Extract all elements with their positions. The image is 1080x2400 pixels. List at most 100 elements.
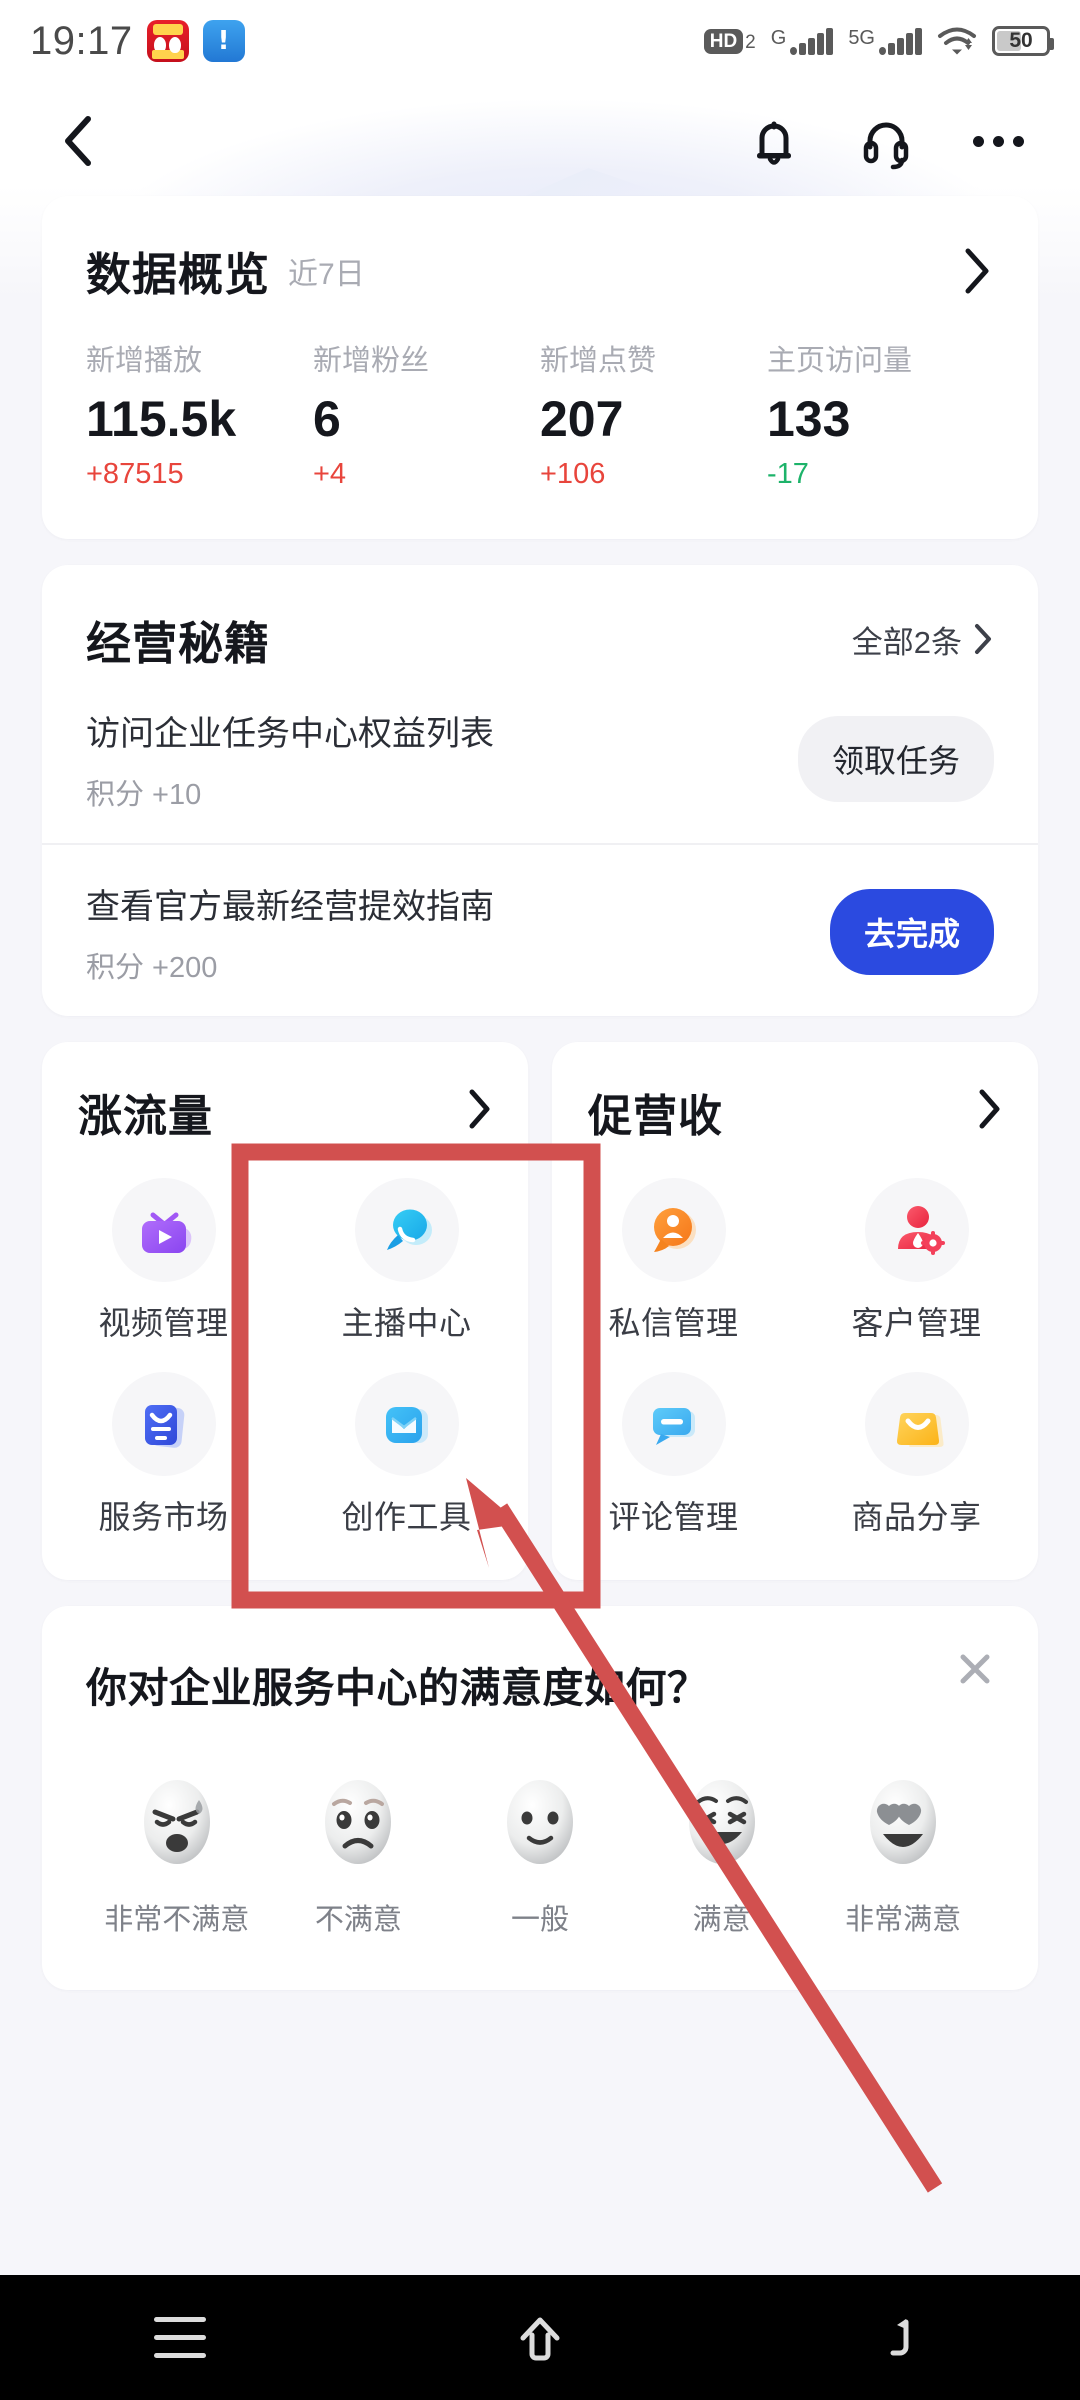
go-complete-button[interactable]: 去完成 bbox=[829, 889, 994, 975]
tool-label: 评论管理 bbox=[608, 1498, 739, 1535]
stat-label: 新增点赞 bbox=[540, 345, 657, 377]
tool-item-service-market[interactable]: 服务市场 bbox=[42, 1371, 285, 1538]
android-nav-bar bbox=[0, 2275, 1080, 2400]
close-survey-button[interactable] bbox=[948, 1642, 1002, 1696]
traffic-card-title: 涨流量 bbox=[78, 1091, 213, 1141]
data-overview-card[interactable]: 数据概览 近7日 新增播放 115.5k +87515 新增粉丝 6 +4 新增… bbox=[42, 196, 1038, 539]
option-label: 非常不满意 bbox=[104, 1903, 250, 1936]
overview-header: 数据概览 近7日 bbox=[42, 196, 1038, 303]
page-content: 数据概览 近7日 新增播放 115.5k +87515 新增粉丝 6 +4 新增… bbox=[0, 196, 1080, 2275]
service-market-icon bbox=[111, 1371, 216, 1476]
traffic-card-header: 涨流量 bbox=[42, 1080, 528, 1144]
recents-button[interactable] bbox=[120, 2293, 240, 2383]
home-icon bbox=[520, 2317, 560, 2360]
back-icon bbox=[890, 2318, 909, 2355]
stat-item: 新增播放 115.5k +87515 bbox=[86, 337, 313, 491]
revenue-card-header: 促营收 bbox=[552, 1080, 1038, 1144]
tool-item-video-manage[interactable]: 视频管理 bbox=[42, 1177, 285, 1344]
overview-stats: 新增播放 115.5k +87515 新增粉丝 6 +4 新增点赞 207 +1… bbox=[42, 303, 1038, 539]
stat-delta: +106 bbox=[540, 457, 606, 490]
survey-option-satisfied[interactable]: 满意 bbox=[631, 1770, 813, 1938]
overview-detail-arrow[interactable] bbox=[960, 245, 994, 297]
tool-item-anchor-center[interactable]: 主播中心 bbox=[285, 1177, 528, 1344]
stat-item: 新增粉丝 6 +4 bbox=[313, 337, 540, 491]
more-options-button[interactable] bbox=[968, 111, 1028, 171]
survey-option-very-satisfied[interactable]: 非常满意 bbox=[812, 1770, 994, 1938]
option-label: 非常满意 bbox=[845, 1903, 962, 1936]
stat-delta: +4 bbox=[313, 457, 347, 490]
chevron-right-icon bbox=[965, 248, 989, 293]
survey-options: 非常不满意 不满意 一般 满意 非常满意 bbox=[86, 1770, 994, 1938]
creation-tools-icon bbox=[354, 1371, 459, 1476]
option-label: 不满意 bbox=[314, 1903, 402, 1936]
recents-icon bbox=[154, 2317, 206, 2358]
app-icon-red bbox=[146, 20, 189, 62]
survey-option-unsatisfied[interactable]: 不满意 bbox=[268, 1770, 450, 1938]
tool-label: 私信管理 bbox=[608, 1304, 739, 1341]
traffic-tool-grid: 视频管理 主播中心 服务市场 创作工具 bbox=[42, 1177, 528, 1538]
survey-option-neutral[interactable]: 一般 bbox=[449, 1770, 631, 1938]
notification-bell-button[interactable] bbox=[744, 111, 804, 171]
stat-value: 207 bbox=[540, 391, 624, 447]
back-chevron-icon bbox=[65, 116, 91, 166]
home-button[interactable] bbox=[480, 2293, 600, 2383]
phone-screen: 19:17 ! HD 2 G 5G 50 数据概览 近7日 新增播放 115.5… bbox=[0, 0, 1080, 2400]
tips-title: 经营秘籍 bbox=[86, 617, 271, 669]
neutral-face-icon bbox=[506, 1779, 573, 1864]
traffic-card-arrow[interactable] bbox=[464, 1086, 494, 1137]
top-nav-actions bbox=[744, 111, 1028, 171]
sim1-signal-icon: G bbox=[771, 27, 834, 55]
more-dots-icon bbox=[972, 135, 1024, 147]
tool-label: 服务市场 bbox=[98, 1498, 229, 1535]
top-nav-bar bbox=[0, 86, 1080, 196]
stat-value: 6 bbox=[313, 391, 341, 447]
revenue-tool-grid: 私信管理 客户管理 评论管理 商品分享 bbox=[552, 1177, 1038, 1538]
tool-cards-row: 涨流量 视频管理 主播中心 服务市场 创作工具 促营收 私信管理 客户管理 评论… bbox=[42, 1041, 1038, 1580]
tip-name: 访问企业任务中心权益列表 bbox=[86, 714, 494, 753]
anchor-center-icon bbox=[354, 1177, 459, 1282]
headset-icon bbox=[863, 122, 909, 170]
tips-view-all[interactable]: 全部2条 bbox=[852, 617, 994, 662]
status-bar: 19:17 ! HD 2 G 5G 50 bbox=[0, 0, 1080, 82]
customer-service-button[interactable] bbox=[856, 111, 916, 171]
app-icon-blue: ! bbox=[202, 20, 245, 62]
very-angry-face-icon bbox=[143, 1779, 210, 1864]
wifi-icon bbox=[937, 26, 977, 56]
tip-row: 访问企业任务中心权益列表 积分 +10 领取任务 bbox=[42, 672, 1038, 843]
survey-option-very-unsatisfied[interactable]: 非常不满意 bbox=[86, 1770, 268, 1938]
stat-item: 新增点赞 207 +106 bbox=[540, 337, 767, 491]
stat-item: 主页访问量 133 -17 bbox=[767, 337, 994, 491]
back-button-system[interactable] bbox=[840, 2293, 960, 2383]
revenue-growth-card: 促营收 私信管理 客户管理 评论管理 商品分享 bbox=[552, 1041, 1038, 1580]
status-bar-left: 19:17 ! bbox=[30, 19, 245, 64]
option-label: 满意 bbox=[692, 1903, 751, 1936]
tips-all-label: 全部2条 bbox=[851, 624, 962, 660]
stat-label: 新增播放 bbox=[86, 345, 203, 377]
tool-label: 视频管理 bbox=[98, 1304, 229, 1341]
stat-delta: -17 bbox=[767, 457, 809, 490]
status-time: 19:17 bbox=[30, 18, 133, 63]
comment-manage-icon bbox=[621, 1371, 726, 1476]
tool-item-customer-manage[interactable]: 客户管理 bbox=[795, 1177, 1038, 1344]
business-tips-card: 经营秘籍 全部2条 访问企业任务中心权益列表 积分 +10 领取任务 查看官方最… bbox=[42, 564, 1038, 1016]
claim-task-button[interactable]: 领取任务 bbox=[797, 716, 994, 802]
bell-icon bbox=[757, 121, 791, 165]
battery-icon: 50 bbox=[992, 26, 1054, 56]
hd-voice-icon: HD 2 bbox=[703, 28, 756, 54]
tool-item-direct-message[interactable]: 私信管理 bbox=[552, 1177, 795, 1344]
tool-item-comment-manage[interactable]: 评论管理 bbox=[552, 1371, 795, 1538]
tip-texts: 查看官方最新经营提效指南 积分 +200 bbox=[86, 879, 830, 986]
back-button[interactable] bbox=[52, 111, 106, 171]
revenue-card-arrow[interactable] bbox=[974, 1086, 1004, 1137]
tip-name: 查看官方最新经营提效指南 bbox=[86, 887, 494, 926]
satisfaction-survey-card: 你对企业服务中心的满意度如何？ 非常不满意 不满意 一般 满意 非常满意 bbox=[42, 1605, 1038, 1990]
chevron-right-icon bbox=[979, 1089, 1000, 1129]
status-bar-right: HD 2 G 5G 50 bbox=[703, 26, 1054, 56]
stat-value: 115.5k bbox=[86, 391, 237, 447]
option-label: 一般 bbox=[510, 1903, 569, 1936]
tool-item-creation-tools[interactable]: 创作工具 bbox=[285, 1371, 528, 1538]
tool-item-product-share[interactable]: 商品分享 bbox=[795, 1371, 1038, 1538]
tip-row: 查看官方最新经营提效指南 积分 +200 去完成 bbox=[42, 842, 1038, 1016]
chevron-right-icon bbox=[469, 1089, 490, 1129]
stat-label: 主页访问量 bbox=[767, 345, 913, 377]
